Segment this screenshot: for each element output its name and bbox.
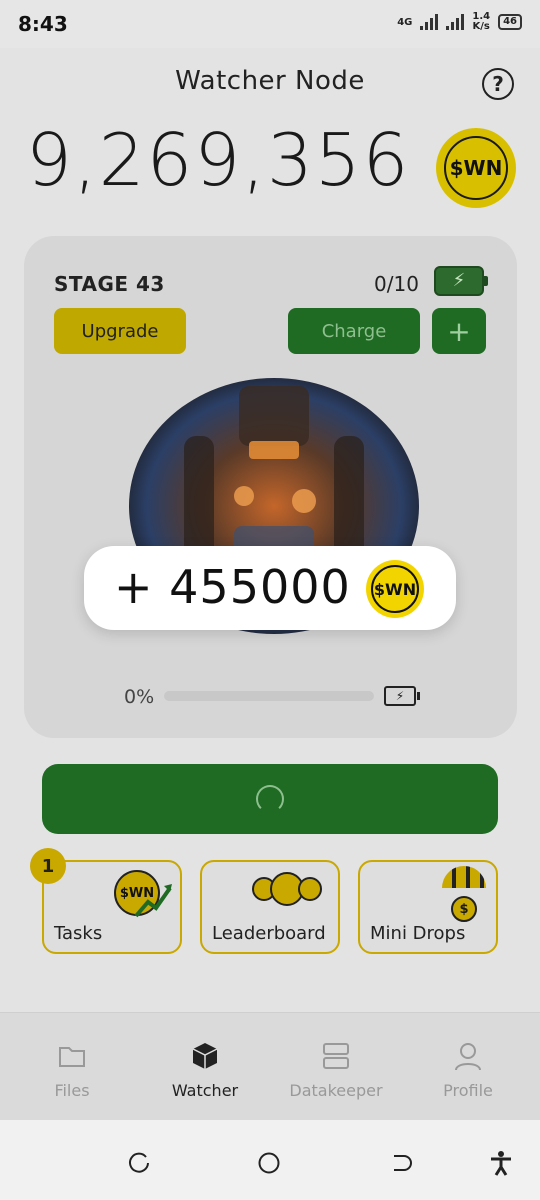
cube-icon xyxy=(192,1043,218,1069)
nav-datakeeper[interactable]: Datakeeper xyxy=(276,1041,396,1100)
nav-files[interactable]: Files xyxy=(12,1041,132,1100)
status-bar: 8:43 4G 1.4 K/s 46 xyxy=(0,0,540,48)
charges-count: 0/10 xyxy=(374,272,419,296)
network-type: 4G xyxy=(397,16,413,28)
parachute-shape xyxy=(442,866,486,888)
signal-icon xyxy=(420,14,439,30)
mini-drops-tile[interactable]: $ Mini Drops xyxy=(358,860,498,954)
bottom-nav: Files Watcher Datakeeper Profile xyxy=(0,1012,540,1120)
tasks-badge: 1 xyxy=(30,848,66,884)
battery-icon: ⚡ xyxy=(384,686,420,706)
loading-spinner-icon xyxy=(256,785,284,813)
status-time: 8:43 xyxy=(18,12,68,36)
nav-files-label: Files xyxy=(54,1081,90,1100)
balance-amount: 9,269,356 xyxy=(26,118,411,202)
tasks-label: Tasks xyxy=(54,923,103,944)
parachute-coin-icon: $ xyxy=(442,866,486,922)
nav-watcher-label: Watcher xyxy=(171,1081,239,1100)
speed-unit: K/s xyxy=(472,21,490,32)
battery-status: 46 xyxy=(498,14,522,30)
coin-label: $WN xyxy=(444,136,508,200)
upgrade-button[interactable]: Upgrade xyxy=(54,308,186,354)
leaderboard-label: Leaderboard xyxy=(212,923,326,944)
reward-popup[interactable]: + 455000 $WN xyxy=(84,546,456,630)
people-icon xyxy=(252,872,322,906)
wn-coin-icon: $WN xyxy=(436,128,516,208)
signal-icon-2 xyxy=(446,14,465,30)
server-icon xyxy=(323,1043,349,1069)
folder-icon xyxy=(59,1047,85,1067)
coin-chart-icon: $WN xyxy=(114,870,172,918)
back-icon[interactable] xyxy=(390,1152,412,1174)
progress-bar xyxy=(164,691,374,701)
battery-charge-icon: ⚡ xyxy=(434,266,488,296)
network-speed: 1.4 K/s xyxy=(472,12,490,32)
trend-arrow-icon xyxy=(134,884,172,918)
stage-card: STAGE 43 0/10 ⚡ Upgrade Charge + 0% ⚡ xyxy=(24,236,517,738)
leaderboard-tile[interactable]: Leaderboard xyxy=(200,860,340,954)
status-indicators: 4G 1.4 K/s 46 xyxy=(397,12,522,32)
progress-label: 0% xyxy=(124,686,155,708)
nav-datakeeper-label: Datakeeper xyxy=(289,1081,383,1100)
nav-profile[interactable]: Profile xyxy=(408,1041,528,1100)
recent-apps-icon[interactable] xyxy=(128,1152,150,1174)
system-nav-bar xyxy=(0,1120,540,1200)
question-circle-icon[interactable]: ? xyxy=(482,68,514,100)
home-icon[interactable] xyxy=(258,1152,280,1174)
stage-label: STAGE 43 xyxy=(54,272,165,296)
drop-coin: $ xyxy=(451,896,477,922)
charge-button[interactable]: Charge xyxy=(288,308,420,354)
add-charge-button[interactable]: + xyxy=(432,308,486,354)
watch-button[interactable] xyxy=(42,764,498,834)
nav-profile-label: Profile xyxy=(443,1081,493,1100)
nav-watcher[interactable]: Watcher xyxy=(145,1041,265,1100)
app-screen: Watcher Node ? 9,269,356 $WN STAGE 43 0/… xyxy=(0,48,540,1120)
page-title: Watcher Node xyxy=(175,66,365,96)
reward-amount: + 455000 xyxy=(114,560,351,614)
user-icon xyxy=(455,1043,481,1071)
accessibility-icon[interactable] xyxy=(488,1150,514,1176)
wn-coin-icon: $WN xyxy=(366,560,424,618)
popup-coin-label: $WN xyxy=(371,565,419,613)
mini-drops-label: Mini Drops xyxy=(370,923,466,944)
